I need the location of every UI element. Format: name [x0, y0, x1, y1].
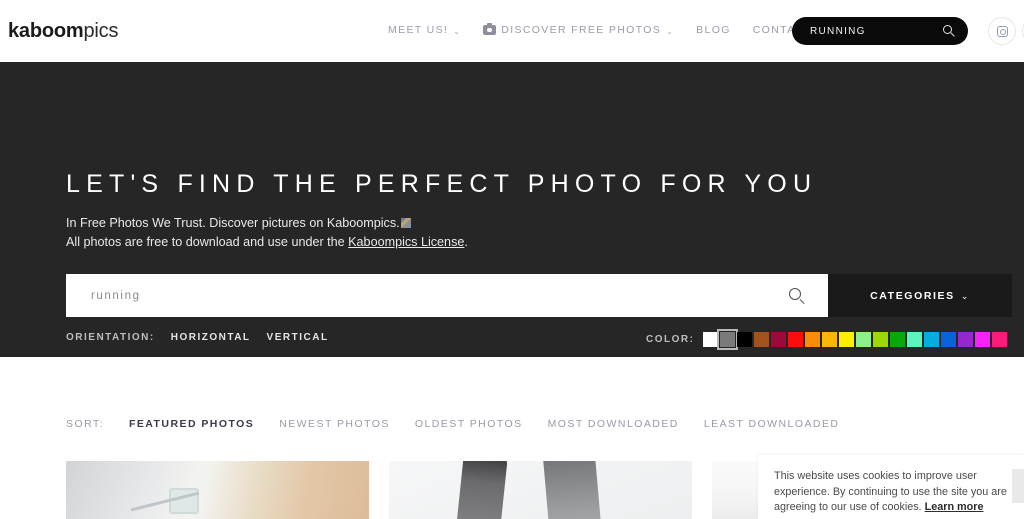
color-swatch-cyan[interactable]	[924, 332, 940, 347]
chevron-down-icon: ⌄	[453, 26, 462, 36]
color-swatch-white[interactable]	[703, 332, 719, 347]
hero-subtitle-line-1: In Free Photos We Trust. Discover pictur…	[66, 214, 468, 233]
nav-item-meet-us[interactable]: MEET US! ⌄	[388, 24, 461, 36]
sort-option-most-downloaded[interactable]: MOST DOWNLOADED	[548, 418, 679, 430]
color-swatch-brown[interactable]	[754, 332, 770, 347]
main-navigation: MEET US! ⌄ DISCOVER FREE PHOTOS ⌄ BLOG C…	[388, 22, 812, 36]
nav-item-label: MEET US!	[388, 24, 449, 36]
color-swatch-orange[interactable]	[805, 332, 821, 347]
header-search-value: RUNNING	[810, 25, 866, 37]
orientation-label: ORIENTATION:	[66, 332, 155, 343]
color-swatch-red[interactable]	[788, 332, 804, 347]
nav-item-label: DISCOVER FREE PHOTOS	[501, 24, 662, 36]
chevron-down-icon: ⌄	[960, 291, 970, 301]
chevron-down-icon: ⌄	[666, 26, 675, 36]
color-swatch-list	[703, 329, 1008, 350]
cookie-notice-text: This website uses cookies to improve use…	[774, 469, 1008, 516]
color-swatch-light-green[interactable]	[856, 332, 872, 347]
nav-item-blog[interactable]: BLOG	[696, 24, 731, 36]
search-input-value: running	[91, 289, 141, 302]
orientation-option-horizontal[interactable]: HORIZONTAL	[171, 332, 251, 343]
color-swatch-green[interactable]	[890, 332, 906, 347]
sort-bar: SORT: FEATURED PHOTOS NEWEST PHOTOS OLDE…	[66, 418, 839, 430]
emoji-glyph-icon	[400, 218, 411, 228]
instagram-icon	[996, 25, 1008, 37]
page-title: LET'S FIND THE PERFECT PHOTO FOR YOU	[66, 170, 818, 198]
hero-subtitle-suffix: .	[464, 235, 468, 249]
orientation-filter-row: ORIENTATION: HORIZONTAL VERTICAL	[66, 332, 329, 343]
categories-button[interactable]: CATEGORIES ⌄	[828, 274, 1012, 317]
photo-thumbnail-1[interactable]	[66, 461, 369, 519]
header-search-field[interactable]: RUNNING	[792, 17, 968, 45]
color-swatch-black[interactable]	[737, 332, 753, 347]
orientation-option-vertical[interactable]: VERTICAL	[267, 332, 329, 343]
hero-subtitle-text-1: In Free Photos We Trust. Discover pictur…	[66, 216, 400, 230]
cookie-learn-more-link[interactable]: Learn more	[925, 501, 984, 513]
sort-option-oldest-photos[interactable]: OLDEST PHOTOS	[415, 418, 523, 430]
categories-button-label: CATEGORIES	[870, 289, 955, 302]
logo-light: pics	[83, 20, 119, 42]
kaboompics-license-link[interactable]: Kaboompics License	[348, 235, 464, 249]
color-label: COLOR:	[646, 334, 695, 345]
nav-item-label: BLOG	[696, 24, 731, 36]
search-icon[interactable]	[789, 288, 801, 300]
sort-option-newest-photos[interactable]: NEWEST PHOTOS	[279, 418, 390, 430]
hero-subtitle-line-2: All photos are free to download and use …	[66, 233, 468, 252]
camera-icon	[483, 22, 497, 35]
color-swatch-amber[interactable]	[822, 332, 838, 347]
color-swatch-blue[interactable]	[941, 332, 957, 347]
color-swatch-spring-green[interactable]	[907, 332, 923, 347]
search-icon[interactable]	[943, 25, 952, 34]
color-filter: COLOR:	[646, 329, 1008, 350]
color-swatch-lime[interactable]	[873, 332, 889, 347]
color-swatch-pink[interactable]	[992, 332, 1008, 347]
color-swatch-maroon[interactable]	[771, 332, 787, 347]
site-header: kaboompics MEET US! ⌄ DISCOVER FREE PHOT…	[0, 0, 1024, 62]
hero-subtitle: In Free Photos We Trust. Discover pictur…	[66, 214, 468, 252]
color-swatch-magenta[interactable]	[975, 332, 991, 347]
sort-option-least-downloaded[interactable]: LEAST DOWNLOADED	[704, 418, 840, 430]
color-swatch-gray[interactable]	[717, 329, 739, 350]
sort-label: SORT:	[66, 418, 104, 430]
color-swatch-yellow[interactable]	[839, 332, 855, 347]
cookie-notice-edge	[1012, 469, 1024, 503]
hero-section: LET'S FIND THE PERFECT PHOTO FOR YOU In …	[0, 62, 1024, 373]
color-swatch-purple[interactable]	[958, 332, 974, 347]
cookie-notice: This website uses cookies to improve use…	[758, 455, 1024, 519]
logo-bold: kaboom	[8, 20, 84, 42]
logo[interactable]: kaboompics	[8, 20, 118, 43]
hero-search-row: running CATEGORIES ⌄	[66, 274, 1012, 317]
hero-subtitle-text-2: All photos are free to download and use …	[66, 235, 349, 249]
sort-option-featured-photos[interactable]: FEATURED PHOTOS	[129, 418, 254, 430]
nav-item-discover-free-photos[interactable]: DISCOVER FREE PHOTOS ⌄	[483, 22, 675, 36]
search-input[interactable]: running	[66, 274, 828, 317]
photo-thumbnail-2[interactable]	[389, 461, 692, 519]
instagram-link[interactable]	[988, 17, 1016, 45]
